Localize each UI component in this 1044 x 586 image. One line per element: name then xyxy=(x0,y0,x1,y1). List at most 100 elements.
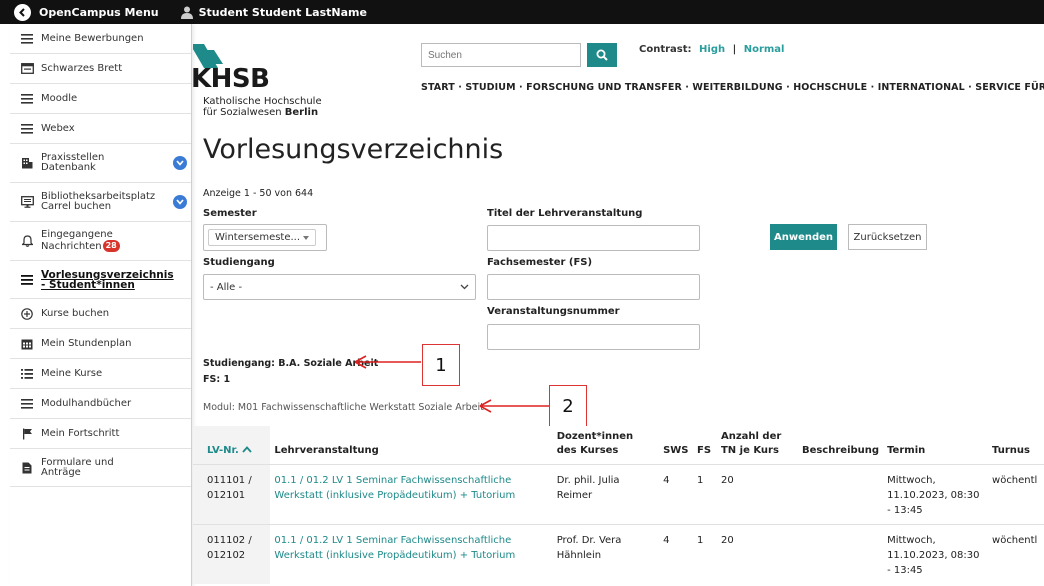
search-icon xyxy=(596,49,608,61)
veranstaltungsnummer-input[interactable] xyxy=(487,324,700,350)
menu-icon xyxy=(20,92,34,106)
opencampus-menu-button[interactable]: OpenCampus Menu xyxy=(0,3,159,21)
termin-header: Termin xyxy=(883,426,989,465)
callout-2: 2 xyxy=(549,385,587,427)
sidebar-item-formulare[interactable]: Formulare und Anträge xyxy=(10,449,191,487)
beschreibung-cell xyxy=(797,524,884,584)
titel-input[interactable] xyxy=(487,225,700,251)
top-bar: OpenCampus Menu Student Student LastName xyxy=(0,0,1044,24)
studiengang-info: Studiengang: B.A. Soziale Arbeit xyxy=(203,358,379,369)
sidebar-item-label: Praxisstellen Datenbank xyxy=(41,152,105,173)
sidebar-item-label: Moodle xyxy=(41,92,78,104)
semester-select[interactable]: Wintersemeste... xyxy=(203,224,327,251)
turnus-cell: wöchentl xyxy=(988,464,1044,525)
table-row: 011102 / 012102 01.1 / 01.2 LV 1 Seminar… xyxy=(193,524,1044,584)
anzahl-cell: 20 xyxy=(716,464,798,525)
menu-icon xyxy=(20,397,34,411)
sidebar-item-meine-kurse[interactable]: Meine Kurse xyxy=(10,359,191,389)
sidebar: Meine Bewerbungen Schwarzes Brett Moodle… xyxy=(10,24,192,586)
user-icon xyxy=(180,6,193,19)
callout-arrow-2 xyxy=(479,399,551,413)
calendar-icon xyxy=(20,337,34,351)
sidebar-item-schwarzes-brett[interactable]: Schwarzes Brett xyxy=(10,54,191,84)
main-nav[interactable]: START · STUDIUM · FORSCHUNG UND TRANSFER… xyxy=(421,82,1044,93)
dozent-cell: Prof. Dr. Vera Hähnlein xyxy=(552,524,660,584)
menu-icon xyxy=(20,273,34,287)
studiengang-select[interactable]: - Alle - xyxy=(203,274,476,300)
logo-line2: für Sozialwesen Berlin xyxy=(203,107,318,118)
page-title: Vorlesungsverzeichnis xyxy=(203,134,504,165)
sidebar-item-stundenplan[interactable]: Mein Stundenplan xyxy=(10,329,191,359)
chevron-down-icon[interactable] xyxy=(173,156,187,170)
sidebar-item-praxisstellen[interactable]: Praxisstellen Datenbank xyxy=(10,144,191,183)
result-count: Anzeige 1 - 50 von 644 xyxy=(203,188,314,199)
logo-line2a: für Sozialwesen xyxy=(203,107,285,118)
dozent-header: Dozent*innen des Kurses xyxy=(552,426,660,465)
sidebar-item-label: Mein Stundenplan xyxy=(41,337,132,349)
lvnr-header[interactable]: LV-Nr. xyxy=(193,426,271,465)
semester-value: Wintersemeste... xyxy=(215,232,301,243)
sidebar-item-label: Meine Bewerbungen xyxy=(41,32,144,44)
reset-button[interactable]: Zurücksetzen xyxy=(848,224,927,250)
sidebar-item-label: Webex xyxy=(41,122,75,134)
studiengang-value: - Alle - xyxy=(210,281,243,293)
notification-badge: 28 xyxy=(102,240,120,252)
nummer-label: Veranstaltungsnummer xyxy=(487,306,620,317)
contrast-separator: | xyxy=(732,44,737,55)
lehrveranstaltung-link[interactable]: 01.1 / 01.2 LV 1 Seminar Fachwissenschaf… xyxy=(270,524,553,584)
fs-cell: 1 xyxy=(693,464,717,525)
sidebar-item-moodle[interactable]: Moodle xyxy=(10,84,191,114)
termin-cell: Mittwoch, 11.10.2023, 08:30 - 13:45 xyxy=(883,524,989,584)
modul-heading: Modul: M01 Fachwissenschaftliche Werksta… xyxy=(203,402,484,413)
dozent-cell: Dr. phil. Julia Reimer xyxy=(552,464,660,525)
fachsemester-input[interactable] xyxy=(487,274,700,300)
sidebar-item-label: Bibliotheksarbeitsplatz Carrel buchen xyxy=(41,191,156,212)
bell-icon xyxy=(20,234,34,248)
sidebar-item-kurse-buchen[interactable]: Kurse buchen xyxy=(10,299,191,329)
studiengang-label: Studiengang xyxy=(203,257,275,268)
lvnr-cell: 011102 / 012102 xyxy=(193,524,271,584)
logo-line1: Katholische Hochschule xyxy=(203,96,322,107)
turnus-header: Turnus xyxy=(988,426,1044,465)
plus-circle-icon xyxy=(20,307,34,321)
apply-button[interactable]: Anwenden xyxy=(770,224,837,250)
contrast-high-link[interactable]: High xyxy=(699,44,725,55)
lehrveranstaltung-link[interactable]: 01.1 / 01.2 LV 1 Seminar Fachwissenschaf… xyxy=(270,464,553,525)
sidebar-item-label: Modulhandbücher xyxy=(41,397,132,409)
sidebar-item-nachrichten[interactable]: Eingegangene Nachrichten 28 xyxy=(10,222,191,261)
lvnr-header-label: LV-Nr. xyxy=(207,445,239,456)
sidebar-item-label: Formulare und Anträge xyxy=(41,456,114,478)
list-icon xyxy=(20,367,34,381)
sidebar-item-label: Schwarzes Brett xyxy=(41,62,123,74)
course-table: LV-Nr. Lehrveranstaltung Dozent*innen de… xyxy=(193,426,1044,584)
sidebar-item-bewerbungen[interactable]: Meine Bewerbungen xyxy=(10,24,191,54)
sidebar-item-label: Kurse buchen xyxy=(41,307,110,319)
search-input[interactable] xyxy=(421,43,581,67)
board-icon xyxy=(20,62,34,76)
sws-header: SWS xyxy=(659,426,694,465)
logo-line2b: Berlin xyxy=(284,107,319,118)
user-menu[interactable]: Student Student LastName xyxy=(180,6,367,19)
sidebar-item-modulhandbuecher[interactable]: Modulhandbücher xyxy=(10,389,191,419)
titel-label: Titel der Lehrveranstaltung xyxy=(487,208,643,219)
beschreibung-header: Beschreibung xyxy=(797,426,884,465)
chevron-down-icon[interactable] xyxy=(173,195,187,209)
sidebar-item-label: Vorlesungsverzeichnis - Student*innen xyxy=(41,268,174,291)
fs-cell: 1 xyxy=(693,524,717,584)
sidebar-item-webex[interactable]: Webex xyxy=(10,114,191,144)
lehr-header: Lehrveranstaltung xyxy=(270,426,553,465)
contrast-label: Contrast: xyxy=(639,44,692,55)
sidebar-item-label: Mein Fortschritt xyxy=(41,427,120,439)
search-button[interactable] xyxy=(587,43,617,67)
sidebar-item-vorlesungsverzeichnis[interactable]: Vorlesungsverzeichnis - Student*innen xyxy=(10,261,191,299)
turnus-cell: wöchentl xyxy=(988,524,1044,584)
contrast-normal-link[interactable]: Normal xyxy=(744,44,785,55)
sidebar-item-label: Eingegangene Nachrichten 28 xyxy=(41,230,121,252)
sws-cell: 4 xyxy=(659,464,694,525)
sws-cell: 4 xyxy=(659,524,694,584)
contrast-switch: Contrast: High | Normal xyxy=(639,44,785,55)
sidebar-edge xyxy=(0,24,10,586)
sidebar-item-bibliotheksarbeitsplatz[interactable]: Bibliotheksarbeitsplatz Carrel buchen xyxy=(10,183,191,222)
sidebar-item-fortschritt[interactable]: Mein Fortschritt xyxy=(10,419,191,449)
beschreibung-cell xyxy=(797,464,884,525)
